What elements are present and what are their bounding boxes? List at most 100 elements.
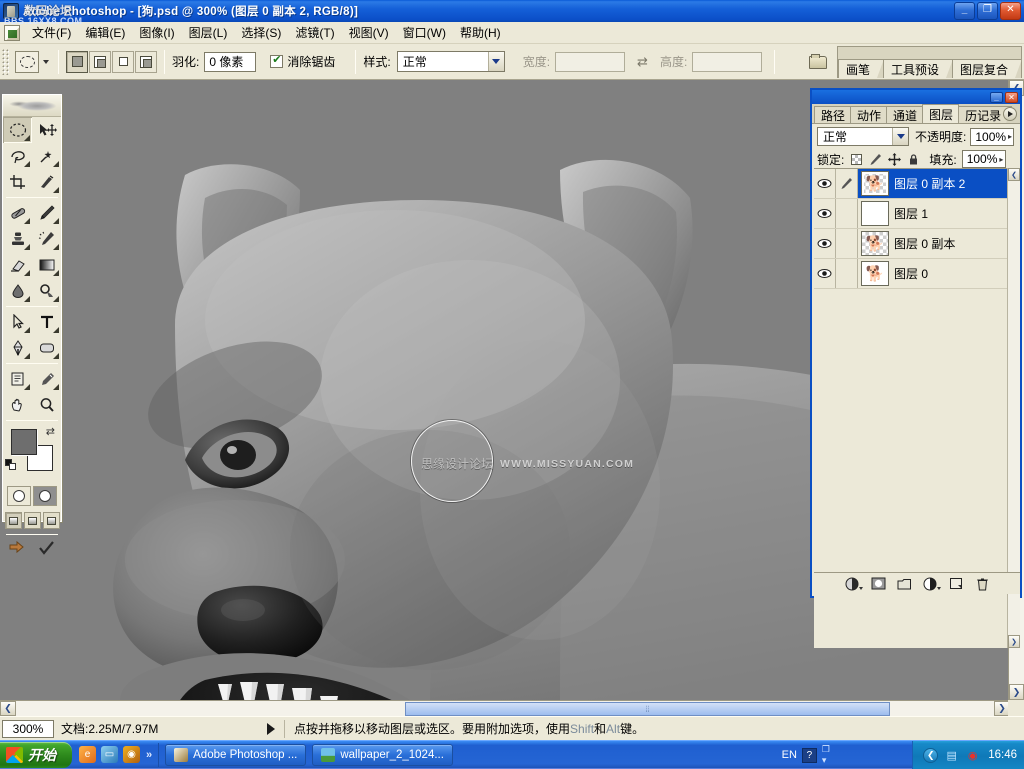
- quick-launch-more-icon[interactable]: »: [146, 749, 152, 761]
- layer-thumbnail[interactable]: 🐕: [861, 261, 889, 286]
- zoom-level-input[interactable]: 300%: [2, 719, 54, 738]
- layer-visibility-toggle[interactable]: [814, 259, 836, 288]
- pen-tool[interactable]: [3, 335, 32, 361]
- menu-file[interactable]: 文件(F): [25, 22, 78, 43]
- height-input[interactable]: [692, 51, 763, 72]
- well-tab-tool-presets[interactable]: 工具预设: [883, 59, 953, 78]
- layer-brush-slot[interactable]: [836, 259, 858, 288]
- lasso-tool[interactable]: [3, 143, 32, 169]
- panel-tab-channels[interactable]: 通道: [886, 106, 924, 123]
- crop-tool[interactable]: [3, 169, 32, 195]
- antialias-checkbox[interactable]: ✔: [270, 55, 284, 68]
- new-layer-icon[interactable]: [948, 576, 964, 591]
- adjustment-layer-icon[interactable]: [922, 576, 941, 591]
- delete-layer-icon[interactable]: [974, 576, 990, 591]
- ime-help-icon[interactable]: ?: [801, 747, 817, 763]
- show-desktop-icon[interactable]: ▭: [101, 746, 118, 763]
- standard-mask-mode-button[interactable]: [7, 486, 31, 506]
- menu-select[interactable]: 选择(S): [234, 22, 288, 43]
- notes-tool[interactable]: [3, 366, 32, 392]
- lock-transparency-icon[interactable]: [849, 152, 863, 166]
- opacity-input[interactable]: 100% ▸: [970, 127, 1015, 146]
- full-screen-menubar-button[interactable]: [23, 512, 41, 529]
- network-icon[interactable]: ▤: [944, 748, 959, 763]
- slice-tool[interactable]: [32, 169, 61, 195]
- elliptical-marquee-tool[interactable]: [3, 117, 32, 143]
- swap-colors-icon[interactable]: ⇄: [46, 425, 55, 438]
- menu-window[interactable]: 窗口(W): [396, 22, 453, 43]
- file-browser-icon[interactable]: [805, 49, 831, 75]
- style-select[interactable]: 正常: [396, 51, 505, 72]
- taskbar-button-wallpaper[interactable]: wallpaper_2_1024...: [312, 743, 453, 766]
- blur-tool[interactable]: [3, 278, 32, 304]
- horizontal-scroll-thumb[interactable]: ⦙⦙: [405, 702, 890, 716]
- clock[interactable]: 16:46: [988, 749, 1017, 761]
- gradient-tool[interactable]: [32, 252, 61, 278]
- brush-tool[interactable]: [32, 200, 61, 226]
- panel-minimize-button[interactable]: _: [990, 91, 1003, 103]
- layer-visibility-toggle[interactable]: [814, 199, 836, 228]
- browser-icon[interactable]: e: [79, 746, 96, 763]
- show-hidden-icon[interactable]: ❮: [923, 747, 939, 763]
- layer-mask-icon[interactable]: [870, 576, 886, 591]
- layer-style-icon[interactable]: [844, 576, 863, 591]
- layer-brush-slot[interactable]: [836, 229, 858, 258]
- well-tab-brushes[interactable]: 画笔: [838, 59, 884, 78]
- layer-visibility-toggle[interactable]: [814, 169, 836, 198]
- foreground-color-swatch[interactable]: [11, 429, 37, 455]
- horizontal-scrollbar[interactable]: ❮ ⦙⦙ ❯: [0, 700, 1010, 716]
- checkmark-icon[interactable]: [38, 540, 56, 559]
- layer-thumbnail[interactable]: [861, 201, 889, 226]
- language-bar-restore-icon[interactable]: ❐ ▾: [822, 744, 830, 766]
- document-size-info[interactable]: 文档:2.25M/7.97M: [61, 720, 261, 737]
- menu-layer[interactable]: 图层(L): [182, 22, 235, 43]
- default-colors-icon[interactable]: [5, 459, 16, 470]
- panel-tab-paths[interactable]: 路径: [814, 106, 852, 123]
- status-expand-icon[interactable]: [267, 722, 275, 735]
- layer-thumbnail[interactable]: 🐕: [861, 231, 889, 256]
- scroll-down-button[interactable]: ❯: [1009, 684, 1024, 700]
- add-to-selection-button[interactable]: [89, 50, 111, 73]
- panel-tab-layers[interactable]: 图层: [922, 104, 960, 123]
- layers-panel-titlebar[interactable]: _ ✕: [812, 90, 1020, 104]
- rectangle-shape-tool[interactable]: [32, 335, 61, 361]
- layer-brush-slot[interactable]: [836, 199, 858, 228]
- new-selection-button[interactable]: [66, 50, 88, 73]
- layer-visibility-toggle[interactable]: [814, 229, 836, 258]
- table-row[interactable]: 图层 1: [814, 199, 1020, 229]
- options-bar-grip[interactable]: [2, 48, 9, 75]
- opacity-stepper-icon[interactable]: ▸: [1008, 132, 1012, 141]
- panel-tab-actions[interactable]: 动作: [850, 106, 888, 123]
- healing-brush-tool[interactable]: [3, 200, 32, 226]
- table-row[interactable]: 🐕 图层 0: [814, 259, 1020, 289]
- tool-preset-picker[interactable]: [13, 50, 51, 73]
- width-input[interactable]: [555, 51, 626, 72]
- panel-close-button[interactable]: ✕: [1005, 91, 1018, 103]
- lock-position-icon[interactable]: [887, 152, 901, 166]
- standard-screen-mode-button[interactable]: [4, 512, 22, 529]
- feather-input[interactable]: 0 像素: [204, 51, 257, 72]
- table-row[interactable]: 🐕 图层 0 副本 2: [814, 169, 1020, 199]
- close-button[interactable]: ✕: [1000, 2, 1021, 20]
- path-selection-tool[interactable]: [3, 309, 32, 335]
- menu-view[interactable]: 视图(V): [342, 22, 396, 43]
- move-tool[interactable]: [32, 117, 61, 143]
- clone-stamp-tool[interactable]: [3, 226, 32, 252]
- maximize-button[interactable]: ❐: [977, 2, 998, 20]
- layers-scroll-down-button[interactable]: ❯: [1008, 635, 1020, 648]
- magic-wand-tool[interactable]: [32, 143, 61, 169]
- menu-filter[interactable]: 滤镜(T): [288, 22, 341, 43]
- fill-input[interactable]: 100% ▸: [961, 150, 1006, 168]
- menu-help[interactable]: 帮助(H): [453, 22, 508, 43]
- fill-stepper-icon[interactable]: ▸: [999, 155, 1003, 164]
- full-screen-mode-button[interactable]: [42, 512, 60, 529]
- scroll-left-button[interactable]: ❮: [0, 701, 16, 716]
- type-tool[interactable]: [32, 309, 61, 335]
- lock-all-icon[interactable]: [906, 152, 920, 166]
- new-group-icon[interactable]: [896, 576, 912, 591]
- layers-scroll-up-button[interactable]: ❮: [1008, 168, 1020, 181]
- panel-menu-icon[interactable]: [1003, 107, 1017, 121]
- history-brush-tool[interactable]: [32, 226, 61, 252]
- table-row[interactable]: 🐕 图层 0 副本: [814, 229, 1020, 259]
- eraser-tool[interactable]: [3, 252, 32, 278]
